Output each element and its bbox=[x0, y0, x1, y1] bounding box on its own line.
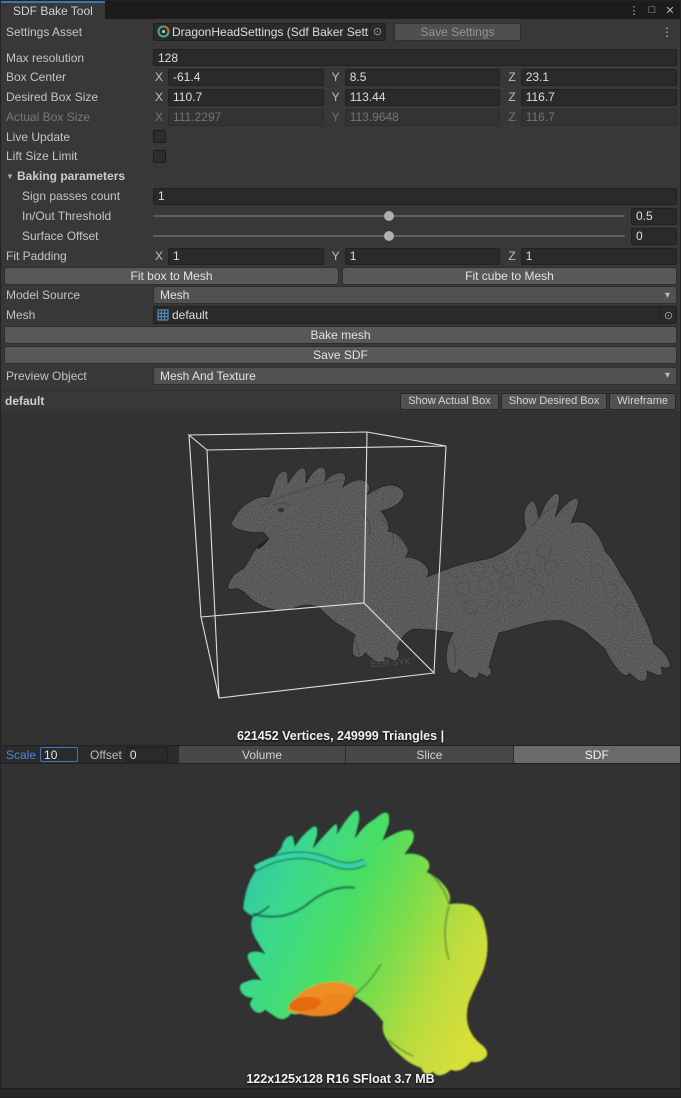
in-out-threshold-slider[interactable] bbox=[153, 206, 625, 226]
object-picker-icon[interactable]: ⊙ bbox=[369, 24, 385, 40]
max-resolution-label: Max resolution bbox=[4, 51, 153, 65]
baking-parameters-foldout[interactable]: ▼ Baking parameters bbox=[4, 166, 677, 186]
sign-passes-count-label: Sign passes count bbox=[4, 189, 153, 203]
sdf-stats: 122x125x128 R16 SFloat 3.7 MB bbox=[1, 1072, 680, 1086]
fit-padding-label: Fit Padding bbox=[4, 249, 153, 263]
desired-box-size-z-input[interactable]: 116.7 bbox=[521, 89, 677, 106]
box-center-y-input[interactable]: 8.5 bbox=[345, 69, 501, 86]
fit-cube-to-mesh-button[interactable]: Fit cube to Mesh bbox=[342, 267, 677, 285]
x-axis-label[interactable]: X bbox=[153, 90, 168, 104]
live-update-label: Live Update bbox=[4, 130, 153, 144]
dragon-sdf-render bbox=[1, 764, 680, 1088]
save-sdf-button[interactable]: Save SDF bbox=[4, 346, 677, 364]
maximize-icon[interactable]: □ bbox=[644, 2, 660, 18]
offset-label[interactable]: Offset bbox=[78, 748, 126, 762]
mesh-value: default bbox=[172, 308, 660, 322]
y-axis-label[interactable]: Y bbox=[330, 249, 345, 263]
tab-sdf-bake-tool[interactable]: SDF Bake Tool bbox=[1, 1, 105, 19]
chevron-down-icon: ▾ bbox=[665, 370, 670, 381]
box-center-label: Box Center bbox=[4, 70, 153, 84]
scale-input[interactable]: 10 bbox=[40, 747, 78, 762]
sign-passes-count-input[interactable]: 1 bbox=[153, 188, 677, 205]
save-settings-button[interactable]: Save Settings bbox=[394, 23, 521, 41]
sdf-view-tabs: Volume Slice SDF bbox=[178, 746, 680, 763]
y-axis-label: Y bbox=[330, 110, 345, 124]
x-axis-label[interactable]: X bbox=[153, 70, 168, 84]
tab-title: SDF Bake Tool bbox=[13, 4, 93, 18]
z-axis-label[interactable]: Z bbox=[506, 70, 520, 84]
settings-asset-icon bbox=[157, 25, 170, 38]
fit-padding-z-input[interactable]: 1 bbox=[521, 248, 677, 265]
preview-object-dropdown[interactable]: Mesh And Texture ▾ bbox=[153, 367, 677, 385]
fit-padding-x-input[interactable]: 1 bbox=[168, 248, 324, 265]
model-source-dropdown[interactable]: Mesh ▾ bbox=[153, 286, 677, 304]
slider-knob[interactable] bbox=[384, 231, 394, 241]
z-axis-label[interactable]: Z bbox=[506, 90, 520, 104]
mesh-label: Mesh bbox=[4, 308, 153, 322]
chevron-down-icon: ▾ bbox=[665, 290, 670, 301]
sdf-preview-toolbar: Scale 10 Offset 0 Volume Slice SDF bbox=[1, 745, 680, 764]
sdf-preview-viewport[interactable]: 122x125x128 R16 SFloat 3.7 MB bbox=[1, 764, 680, 1088]
dragon-mesh-render: EER·SYX bbox=[1, 411, 680, 745]
mesh-stats: 621452 Vertices, 249999 Triangles | bbox=[1, 729, 680, 743]
panel-menu-icon[interactable]: ⋮ bbox=[657, 25, 677, 39]
surface-offset-slider[interactable] bbox=[153, 226, 625, 246]
in-out-threshold-input[interactable]: 0.5 bbox=[631, 208, 677, 225]
z-axis-label[interactable]: Z bbox=[506, 249, 520, 263]
bake-mesh-button[interactable]: Bake mesh bbox=[4, 326, 677, 344]
window-controls: ⋮ □ ✕ bbox=[626, 1, 678, 19]
show-actual-box-button[interactable]: Show Actual Box bbox=[400, 393, 499, 410]
y-axis-label[interactable]: Y bbox=[330, 90, 345, 104]
desired-box-size-y-input[interactable]: 113.44 bbox=[345, 89, 501, 106]
actual-box-size-label: Actual Box Size bbox=[4, 110, 153, 124]
z-axis-label: Z bbox=[506, 110, 520, 124]
object-picker-icon[interactable]: ⊙ bbox=[660, 307, 676, 323]
desired-box-size-x-input[interactable]: 110.7 bbox=[168, 89, 324, 106]
mesh-icon bbox=[157, 309, 169, 321]
x-axis-label: X bbox=[153, 110, 168, 124]
fit-padding-y-input[interactable]: 1 bbox=[345, 248, 501, 265]
y-axis-label[interactable]: Y bbox=[330, 70, 345, 84]
window-bottom-edge bbox=[1, 1088, 680, 1098]
desired-box-size-label: Desired Box Size bbox=[4, 90, 153, 104]
x-axis-label[interactable]: X bbox=[153, 249, 168, 263]
mesh-object-field[interactable]: default ⊙ bbox=[153, 306, 677, 324]
actual-box-size-x-value: 111.2297 bbox=[168, 109, 324, 126]
settings-asset-label: Settings Asset bbox=[4, 25, 153, 39]
settings-asset-field[interactable]: DragonHeadSettings (Sdf Baker Settir ⊙ bbox=[153, 23, 386, 41]
tab-volume[interactable]: Volume bbox=[178, 746, 345, 763]
wireframe-button[interactable]: Wireframe bbox=[609, 393, 676, 410]
window-menu-icon[interactable]: ⋮ bbox=[626, 2, 642, 18]
lift-size-limit-checkbox[interactable] bbox=[153, 150, 166, 163]
fit-box-to-mesh-button[interactable]: Fit box to Mesh bbox=[4, 267, 339, 285]
settings-asset-value: DragonHeadSettings (Sdf Baker Settir bbox=[172, 25, 369, 39]
actual-box-size-y-value: 113.9648 bbox=[345, 109, 501, 126]
baking-parameters-label: Baking parameters bbox=[17, 169, 125, 183]
box-center-x-input[interactable]: -61.4 bbox=[168, 69, 324, 86]
tab-bar: SDF Bake Tool ⋮ □ ✕ bbox=[1, 1, 680, 19]
close-icon[interactable]: ✕ bbox=[662, 2, 678, 18]
scale-label[interactable]: Scale bbox=[1, 748, 40, 762]
slider-knob[interactable] bbox=[384, 211, 394, 221]
live-update-checkbox[interactable] bbox=[153, 130, 166, 143]
preview-toolbar: default Show Actual Box Show Desired Box… bbox=[1, 390, 680, 411]
preview-object-name: default bbox=[5, 394, 398, 408]
sdf-bake-tool-window: SDF Bake Tool ⋮ □ ✕ Settings Asset Drago… bbox=[0, 0, 681, 1098]
offset-input[interactable]: 0 bbox=[126, 747, 168, 762]
surface-offset-label: Surface Offset bbox=[4, 229, 153, 243]
mesh-preview-viewport[interactable]: EER·SYX 621452 Vertices, 249999 Triangle… bbox=[1, 411, 680, 745]
show-desired-box-button[interactable]: Show Desired Box bbox=[501, 393, 608, 410]
tab-slice[interactable]: Slice bbox=[345, 746, 512, 763]
actual-box-size-z-value: 116.7 bbox=[521, 109, 677, 126]
model-source-label: Model Source bbox=[4, 288, 153, 302]
foldout-arrow-icon: ▼ bbox=[4, 172, 17, 181]
lift-size-limit-label: Lift Size Limit bbox=[4, 149, 153, 163]
surface-offset-input[interactable]: 0 bbox=[631, 228, 677, 245]
preview-object-label: Preview Object bbox=[4, 369, 153, 383]
in-out-threshold-label: In/Out Threshold bbox=[4, 209, 153, 223]
box-center-z-input[interactable]: 23.1 bbox=[521, 69, 677, 86]
tab-sdf[interactable]: SDF bbox=[513, 746, 680, 763]
max-resolution-input[interactable]: 128 bbox=[153, 49, 677, 66]
model-engraving: EER·SYX bbox=[370, 656, 410, 669]
